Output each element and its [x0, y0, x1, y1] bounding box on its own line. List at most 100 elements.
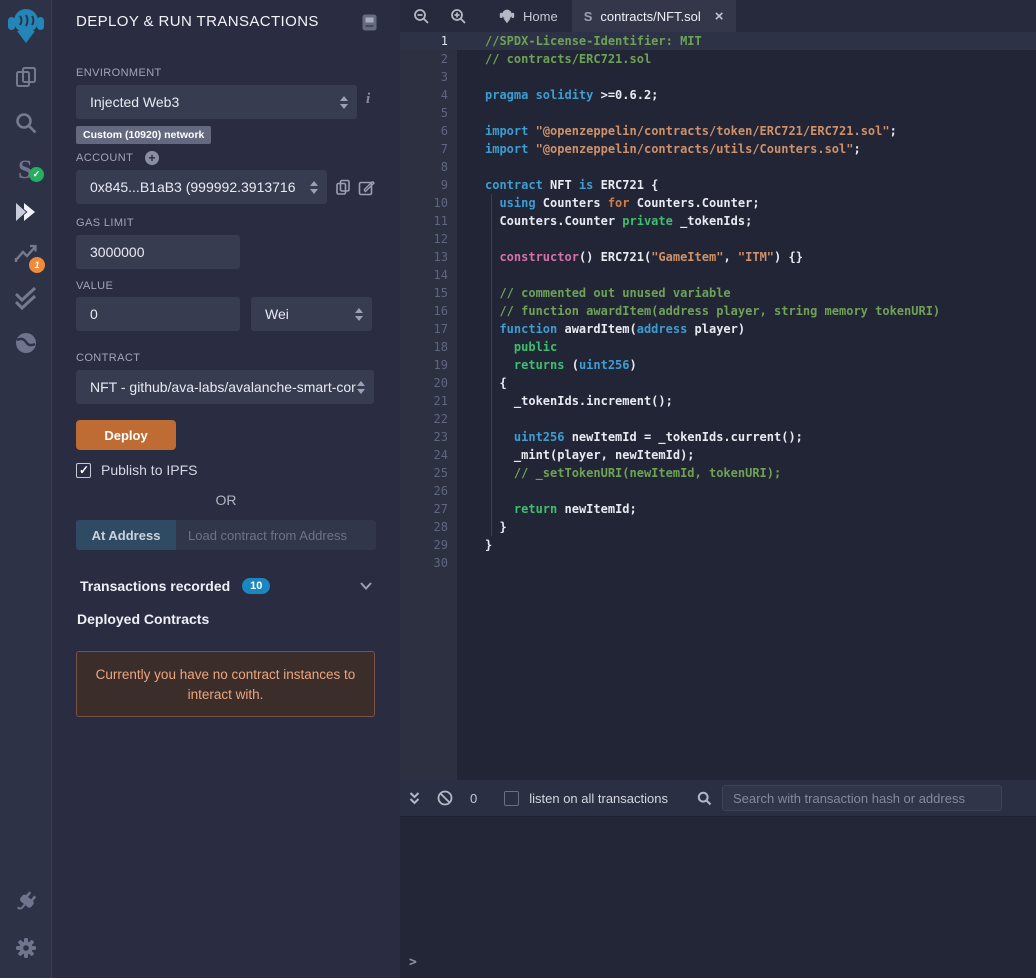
listen-transactions-label: listen on all transactions: [529, 791, 668, 806]
code-line[interactable]: 27 return newItemId;: [400, 500, 1036, 518]
solidity-unit-testing-icon[interactable]: [0, 286, 51, 312]
tab-home[interactable]: Home: [485, 0, 572, 32]
code-editor[interactable]: 1//SPDX-License-Identifier: MIT2// contr…: [400, 32, 1036, 780]
code-line[interactable]: 18 public: [400, 338, 1036, 356]
debugger-icon[interactable]: [0, 330, 51, 356]
code-line[interactable]: 9contract NFT is ERC721 {: [400, 176, 1036, 194]
code-line[interactable]: 12: [400, 230, 1036, 248]
code-text: uint256 newItemId = _tokenIds.current();: [457, 428, 803, 446]
contract-label: CONTRACT: [76, 352, 140, 364]
deploy-button[interactable]: Deploy: [76, 420, 176, 450]
code-line[interactable]: 19 returns (uint256): [400, 356, 1036, 374]
settings-gear-icon[interactable]: [0, 936, 51, 960]
gas-limit-input[interactable]: [76, 235, 240, 269]
code-line[interactable]: 26: [400, 482, 1036, 500]
select-arrows-icon: [355, 308, 364, 321]
listen-transactions-row: listen on all transactions: [504, 791, 668, 806]
code-line[interactable]: 22: [400, 410, 1036, 428]
remix-home-icon: [499, 8, 515, 24]
tab-file-label: contracts/NFT.sol: [600, 9, 700, 24]
copy-account-icon[interactable]: [335, 179, 351, 196]
tab-nft-sol[interactable]: S contracts/NFT.sol ×: [572, 0, 736, 32]
transactions-recorded-row[interactable]: Transactions recorded 10: [80, 578, 270, 594]
contract-select[interactable]: NFT - github/ava-labs/avalanche-smart-co…: [76, 370, 374, 404]
environment-info-icon[interactable]: i: [366, 91, 370, 108]
code-line[interactable]: 13 constructor() ERC721("GameItem", "ITM…: [400, 248, 1036, 266]
select-arrows-icon: [310, 181, 319, 194]
listen-transactions-checkbox[interactable]: [504, 791, 519, 806]
deploy-run-panel: DEPLOY & RUN TRANSACTIONS ENVIRONMENT In…: [52, 0, 400, 978]
chevron-down-icon[interactable]: [360, 582, 372, 590]
solidity-compiler-icon[interactable]: S: [0, 154, 51, 186]
line-number: 8: [400, 158, 457, 176]
terminal-output[interactable]: >: [400, 816, 1036, 978]
code-line[interactable]: 24 _mint(player, newItemId);: [400, 446, 1036, 464]
code-line[interactable]: 30: [400, 554, 1036, 572]
code-line[interactable]: 2// contracts/ERC721.sol: [400, 50, 1036, 68]
zoom-in-icon[interactable]: [443, 0, 473, 32]
close-tab-icon[interactable]: ×: [715, 9, 724, 24]
publish-ipfs-row: Publish to IPFS: [76, 462, 198, 478]
code-line[interactable]: 29}: [400, 536, 1036, 554]
code-line[interactable]: 5: [400, 104, 1036, 122]
file-explorer-icon[interactable]: [0, 64, 51, 90]
no-instances-warning: Currently you have no contract instances…: [76, 651, 375, 717]
code-text: using Counters for Counters.Counter;: [457, 194, 760, 212]
code-text: constructor() ERC721("GameItem", "ITM") …: [457, 248, 803, 266]
documentation-icon[interactable]: [362, 14, 377, 31]
line-number: 25: [400, 464, 457, 482]
line-number: 27: [400, 500, 457, 518]
search-icon[interactable]: [0, 110, 51, 136]
add-account-icon[interactable]: +: [145, 151, 159, 165]
deploy-and-run-icon[interactable]: [0, 200, 51, 224]
code-line[interactable]: 15 // commented out unused variable: [400, 284, 1036, 302]
code-text: // commented out unused variable: [457, 284, 731, 302]
code-line[interactable]: 21 _tokenIds.increment();: [400, 392, 1036, 410]
account-select[interactable]: 0x845...B1aB3 (999992.3913716: [76, 170, 327, 204]
code-text: }: [457, 518, 507, 536]
code-line[interactable]: 23 uint256 newItemId = _tokenIds.current…: [400, 428, 1036, 446]
code-line[interactable]: 11 Counters.Counter private _tokenIds;: [400, 212, 1036, 230]
contract-value: NFT - github/ava-labs/avalanche-smart-co…: [90, 379, 363, 395]
code-line[interactable]: 17 function awardItem(address player): [400, 320, 1036, 338]
code-line[interactable]: 14: [400, 266, 1036, 284]
code-text: _mint(player, newItemId);: [457, 446, 695, 464]
editor-area: Home S contracts/NFT.sol × 1//SPDX-Licen…: [400, 0, 1036, 978]
code-text: import "@openzeppelin/contracts/utils/Co…: [457, 140, 861, 158]
terminal-search-input[interactable]: [722, 785, 1002, 811]
value-unit: Wei: [265, 306, 351, 322]
remix-logo-icon[interactable]: [0, 6, 51, 44]
code-text: [457, 68, 485, 86]
edit-account-icon[interactable]: [358, 179, 375, 196]
at-address-input[interactable]: [176, 520, 376, 550]
code-text: // function awardItem(address player, st…: [457, 302, 940, 320]
code-text: pragma solidity >=0.6.2;: [457, 86, 658, 104]
code-text: [457, 410, 485, 428]
value-input[interactable]: [76, 297, 240, 331]
code-line[interactable]: 10 using Counters for Counters.Counter;: [400, 194, 1036, 212]
line-number: 14: [400, 266, 457, 284]
code-line[interactable]: 28 }: [400, 518, 1036, 536]
code-line[interactable]: 4pragma solidity >=0.6.2;: [400, 86, 1036, 104]
code-line[interactable]: 8: [400, 158, 1036, 176]
code-line[interactable]: 25 // _setTokenURI(newItemId, tokenURI);: [400, 464, 1036, 482]
code-line[interactable]: 16 // function awardItem(address player,…: [400, 302, 1036, 320]
code-line[interactable]: 20 {: [400, 374, 1036, 392]
code-line[interactable]: 3: [400, 68, 1036, 86]
code-line[interactable]: 1//SPDX-License-Identifier: MIT: [400, 32, 1036, 50]
code-text: return newItemId;: [457, 500, 637, 518]
at-address-button[interactable]: At Address: [76, 520, 176, 550]
account-value: 0x845...B1aB3 (999992.3913716: [90, 179, 306, 195]
zoom-out-icon[interactable]: [406, 0, 436, 32]
environment-select[interactable]: Injected Web3: [76, 85, 357, 119]
value-unit-select[interactable]: Wei: [251, 297, 372, 331]
publish-ipfs-checkbox[interactable]: [76, 463, 91, 478]
plugin-manager-icon[interactable]: [0, 890, 51, 916]
code-line[interactable]: 7import "@openzeppelin/contracts/utils/C…: [400, 140, 1036, 158]
collapse-terminal-icon[interactable]: [408, 791, 421, 806]
line-number: 29: [400, 536, 457, 554]
code-text: //SPDX-License-Identifier: MIT: [457, 32, 702, 50]
line-number: 11: [400, 212, 457, 230]
clear-console-icon[interactable]: [437, 790, 453, 806]
code-line[interactable]: 6import "@openzeppelin/contracts/token/E…: [400, 122, 1036, 140]
